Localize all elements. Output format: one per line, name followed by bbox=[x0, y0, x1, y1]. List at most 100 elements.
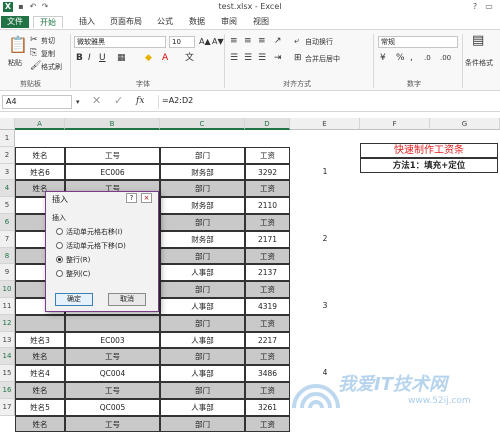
middle-align-icon[interactable]: ≡ bbox=[244, 36, 252, 46]
cut-button[interactable]: 剪切 bbox=[41, 36, 55, 46]
align-center-icon[interactable]: ☰ bbox=[244, 53, 252, 63]
table-cell[interactable]: 部门 bbox=[160, 314, 245, 332]
indent-icon[interactable]: ⇥ bbox=[274, 53, 282, 63]
help-icon[interactable]: ? bbox=[470, 2, 480, 12]
conditional-format-button[interactable]: 条件格式 bbox=[465, 58, 493, 68]
row-header-12[interactable]: 12 bbox=[0, 314, 15, 332]
table-cell[interactable]: EC006 bbox=[65, 163, 160, 181]
format-painter-button[interactable]: 格式刷 bbox=[41, 62, 62, 72]
tab-review[interactable]: 审阅 bbox=[216, 16, 242, 28]
table-cell[interactable]: 人事部 bbox=[160, 298, 245, 315]
row-header-9[interactable]: 9 bbox=[0, 264, 15, 282]
table-cell[interactable]: 部门 bbox=[160, 415, 245, 432]
table-header-cell[interactable]: 工号 bbox=[65, 146, 160, 164]
select-all-corner[interactable] bbox=[0, 118, 15, 130]
row-header-8[interactable]: 8 bbox=[0, 247, 15, 265]
formula-input[interactable]: =A2:D2 bbox=[158, 95, 498, 109]
table-cell[interactable]: 工号 bbox=[65, 348, 160, 366]
side-method[interactable]: 方法1：填充+定位 bbox=[360, 158, 498, 173]
column-header-e[interactable]: E bbox=[290, 118, 360, 130]
table-cell[interactable]: 人事部 bbox=[160, 331, 245, 349]
table-cell[interactable]: QC005 bbox=[65, 398, 160, 416]
table-cell[interactable]: 财务部 bbox=[160, 163, 245, 181]
bold-icon[interactable]: B bbox=[76, 53, 83, 63]
tab-formulas[interactable]: 公式 bbox=[152, 16, 178, 28]
row-header-5[interactable]: 5 bbox=[0, 197, 15, 214]
table-cell[interactable]: 姓名 bbox=[15, 348, 65, 366]
border-icon[interactable]: ▦ bbox=[117, 53, 126, 63]
decrease-decimal-icon[interactable]: .00 bbox=[440, 53, 451, 63]
row-header-3[interactable]: 3 bbox=[0, 163, 15, 181]
font-color-icon[interactable]: A bbox=[162, 53, 168, 63]
row-header-16[interactable]: 16 bbox=[0, 382, 15, 399]
enter-icon[interactable]: ✓ bbox=[114, 95, 123, 106]
row-header-11[interactable]: 11 bbox=[0, 298, 15, 315]
align-left-icon[interactable]: ☰ bbox=[230, 53, 238, 63]
column-header-f[interactable]: F bbox=[360, 118, 430, 130]
group-number-cell[interactable]: 1 bbox=[290, 164, 360, 181]
row-header-17[interactable]: 17 bbox=[0, 398, 15, 416]
table-cell[interactable]: 工号 bbox=[65, 415, 160, 432]
paste-button[interactable]: 粘贴 bbox=[8, 58, 22, 68]
column-header-d[interactable]: D bbox=[245, 118, 290, 130]
table-cell[interactable]: 姓名3 bbox=[15, 331, 65, 349]
merge-center-button[interactable]: 合并后居中 bbox=[305, 54, 340, 64]
table-cell[interactable]: 姓名5 bbox=[15, 398, 65, 416]
comma-icon[interactable]: , bbox=[410, 53, 413, 63]
option-entire-column[interactable]: 整列(C) bbox=[56, 269, 90, 279]
row-header-15[interactable]: 15 bbox=[0, 365, 15, 382]
table-cell[interactable]: 部门 bbox=[160, 348, 245, 366]
column-header-b[interactable]: B bbox=[65, 118, 160, 130]
radio-icon[interactable] bbox=[56, 270, 63, 277]
table-cell[interactable]: 工号 bbox=[65, 382, 160, 399]
format-painter-icon[interactable]: 🖌 bbox=[30, 61, 41, 71]
table-cell[interactable]: 工资 bbox=[245, 415, 290, 432]
table-cell[interactable]: 财务部 bbox=[160, 197, 245, 214]
table-header-cell[interactable]: 部门 bbox=[160, 146, 245, 164]
row-header-1[interactable]: 1 bbox=[0, 130, 15, 147]
top-align-icon[interactable]: ≡ bbox=[230, 36, 238, 46]
side-title[interactable]: 快速制作工资条 bbox=[360, 143, 498, 158]
table-cell[interactable] bbox=[65, 314, 160, 332]
wrap-text-button[interactable]: 自动换行 bbox=[305, 37, 333, 47]
help-button[interactable]: ? bbox=[126, 193, 137, 203]
table-cell[interactable]: 工资 bbox=[245, 247, 290, 265]
function-icon[interactable]: fx bbox=[136, 96, 144, 106]
table-cell[interactable]: 2171 bbox=[245, 230, 290, 248]
tab-insert[interactable]: 插入 bbox=[74, 16, 100, 28]
group-number-cell[interactable]: 2 bbox=[290, 231, 360, 248]
option-entire-row[interactable]: 整行(R) bbox=[56, 255, 90, 265]
table-cell[interactable]: 姓名 bbox=[15, 382, 65, 399]
shrink-font-icon[interactable]: A▼ bbox=[212, 37, 224, 47]
tab-page-layout[interactable]: 页面布局 bbox=[106, 16, 146, 28]
tab-file[interactable]: 文件 bbox=[1, 16, 29, 28]
table-cell[interactable]: 2137 bbox=[245, 264, 290, 282]
cancel-button[interactable]: 取消 bbox=[108, 293, 146, 306]
underline-icon[interactable]: U bbox=[99, 53, 106, 63]
dropdown-icon[interactable]: ▾ bbox=[76, 97, 80, 107]
radio-icon[interactable] bbox=[56, 228, 63, 235]
redo-icon[interactable]: ↷ bbox=[40, 2, 50, 12]
column-header-a[interactable]: A bbox=[15, 118, 65, 130]
phonetic-icon[interactable]: 文 bbox=[185, 53, 194, 63]
save-icon[interactable]: ▪ bbox=[16, 2, 26, 12]
tab-home[interactable]: 开始 bbox=[33, 16, 63, 28]
table-cell[interactable] bbox=[15, 314, 65, 332]
table-cell[interactable]: 2110 bbox=[245, 197, 290, 214]
cut-icon[interactable]: ✂ bbox=[30, 35, 38, 45]
table-cell[interactable]: 部门 bbox=[160, 180, 245, 198]
table-header-cell[interactable]: 姓名 bbox=[15, 146, 65, 164]
tab-view[interactable]: 视图 bbox=[248, 16, 274, 28]
grow-font-icon[interactable]: A▲ bbox=[199, 37, 211, 47]
table-cell[interactable]: QC004 bbox=[65, 365, 160, 382]
table-cell[interactable]: 4319 bbox=[245, 298, 290, 315]
align-right-icon[interactable]: ☰ bbox=[258, 53, 266, 63]
table-cell[interactable]: 姓名 bbox=[15, 415, 65, 432]
table-cell[interactable]: 部门 bbox=[160, 214, 245, 231]
table-cell[interactable]: 人事部 bbox=[160, 398, 245, 416]
radio-icon[interactable] bbox=[56, 242, 63, 249]
paste-icon[interactable]: 📋 bbox=[8, 36, 28, 54]
table-cell[interactable]: 部门 bbox=[160, 382, 245, 399]
currency-icon[interactable]: ¥ bbox=[380, 53, 386, 63]
table-cell[interactable]: 工资 bbox=[245, 314, 290, 332]
